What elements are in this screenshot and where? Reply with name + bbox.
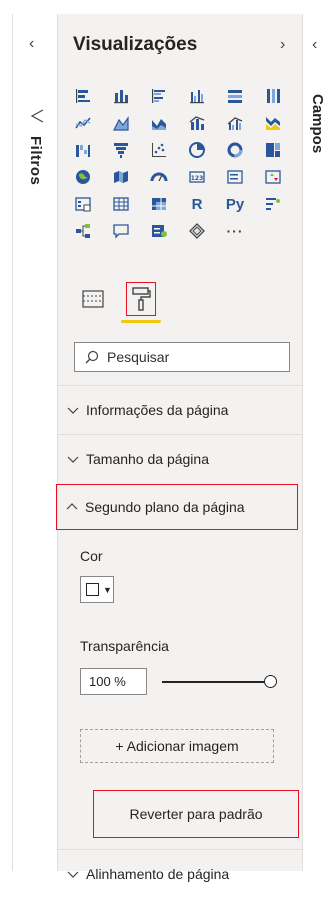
visualizations-title: Visualizações [73, 34, 198, 55]
section-page-alignment[interactable]: Alinhamento de página [58, 849, 302, 897]
transparency-slider-track[interactable] [162, 681, 272, 683]
fields-well-icon [82, 290, 104, 308]
python-visual-icon[interactable]: Py [218, 192, 252, 216]
transparency-label: Transparência [80, 638, 169, 654]
slicer-icon[interactable] [66, 192, 100, 216]
line-and-stacked-column-chart-icon[interactable] [180, 111, 214, 135]
fields-pane: ‹ Campos [303, 14, 328, 871]
section-page-alignment-label: Alinhamento de página [86, 865, 230, 882]
visualizations-pane: Visualizações › 123 R Py ··· Pesquisar I… [56, 14, 303, 882]
expand-fields-icon[interactable]: ‹ [312, 36, 317, 54]
filter-funnel-icon [30, 109, 44, 123]
chevron-down-icon: ▼ [103, 584, 112, 595]
100-stacked-column-chart-icon[interactable] [256, 84, 290, 108]
stacked-column-chart-icon[interactable] [104, 84, 138, 108]
color-picker[interactable]: ▼ [80, 576, 114, 603]
chevron-up-icon [66, 503, 78, 510]
100-stacked-bar-chart-icon[interactable] [218, 84, 252, 108]
section-page-info[interactable]: Informações da página [58, 385, 302, 433]
scatter-chart-icon[interactable] [142, 138, 176, 162]
color-label: Cor [80, 548, 103, 564]
donut-chart-icon[interactable] [218, 138, 252, 162]
stacked-area-chart-icon[interactable] [142, 111, 176, 135]
filters-label[interactable]: Filtros [27, 136, 44, 185]
chevron-down-icon [67, 407, 79, 414]
search-input[interactable]: Pesquisar [107, 349, 169, 365]
gauge-icon[interactable] [142, 165, 176, 189]
section-page-background-label: Segundo plano da página [85, 499, 245, 515]
tab-format[interactable] [121, 282, 161, 323]
matrix-icon[interactable] [142, 192, 176, 216]
visual-type-grid: 123 R Py ··· [66, 84, 296, 243]
decomposition-tree-icon[interactable] [66, 219, 100, 243]
section-page-background[interactable]: Segundo plano da página [56, 484, 298, 530]
key-influencers-icon[interactable] [256, 192, 290, 216]
transparency-input[interactable]: 100 % [80, 668, 147, 695]
pane-tabs [78, 282, 161, 323]
waterfall-chart-icon[interactable] [66, 138, 100, 162]
stacked-bar-chart-icon[interactable] [66, 84, 100, 108]
svg-text:123: 123 [191, 175, 204, 182]
treemap-icon[interactable] [256, 138, 290, 162]
table-icon[interactable] [104, 192, 138, 216]
power-apps-icon[interactable] [180, 219, 214, 243]
tab-fields[interactable] [78, 282, 108, 316]
collapse-filters-icon[interactable]: ‹ [29, 36, 34, 52]
search-icon [85, 350, 99, 364]
clustered-bar-chart-icon[interactable] [142, 84, 176, 108]
filters-pane: ‹ Filtros [12, 14, 57, 871]
multi-row-card-icon[interactable] [218, 165, 252, 189]
chevron-down-icon [67, 871, 79, 878]
r-script-visual-icon[interactable]: R [180, 192, 214, 216]
filled-map-icon[interactable] [104, 165, 138, 189]
pie-chart-icon[interactable] [180, 138, 214, 162]
qa-icon[interactable] [104, 219, 138, 243]
map-icon[interactable] [66, 165, 100, 189]
section-page-info-label: Informações da página [86, 401, 229, 418]
section-page-size[interactable]: Tamanho da página [58, 434, 302, 482]
card-icon[interactable]: 123 [180, 165, 214, 189]
area-chart-icon[interactable] [104, 111, 138, 135]
line-chart-icon[interactable] [66, 111, 100, 135]
r-label: R [191, 195, 203, 213]
more-visuals-label: ··· [226, 223, 244, 239]
chevron-down-icon [67, 456, 79, 463]
transparency-slider-thumb[interactable] [264, 675, 277, 688]
kpi-icon[interactable] [256, 165, 290, 189]
clustered-column-chart-icon[interactable] [180, 84, 214, 108]
search-box[interactable]: Pesquisar [74, 342, 290, 372]
smart-narrative-icon[interactable] [142, 219, 176, 243]
collapse-visualizations-icon[interactable]: › [280, 36, 285, 54]
fields-label[interactable]: Campos [309, 94, 326, 153]
add-image-button[interactable]: + Adicionar imagem [80, 729, 274, 763]
ribbon-chart-icon[interactable] [256, 111, 290, 135]
section-page-size-label: Tamanho da página [86, 450, 209, 467]
funnel-chart-icon[interactable] [104, 138, 138, 162]
line-and-clustered-column-chart-icon[interactable] [218, 111, 252, 135]
color-swatch [86, 583, 99, 596]
paint-roller-icon [132, 287, 151, 311]
revert-to-default-button[interactable]: Reverter para padrão [93, 790, 299, 838]
py-label: Py [225, 195, 245, 213]
more-visuals-icon[interactable]: ··· [218, 219, 252, 243]
